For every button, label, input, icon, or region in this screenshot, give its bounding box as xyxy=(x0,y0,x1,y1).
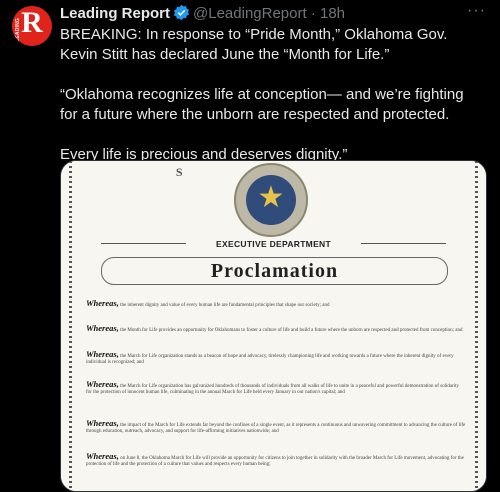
state-seal-icon: ★ xyxy=(234,163,308,237)
author-name[interactable]: Leading Report xyxy=(60,5,170,22)
avatar-logo-text: LEADING xyxy=(15,18,21,42)
post-header: Leading Report @LeadingReport · 18h xyxy=(60,4,345,27)
whereas-text: the inherent dignity and value of every … xyxy=(120,303,330,308)
more-options-icon[interactable]: ··· xyxy=(467,2,486,20)
whereas-text: the March for Life organization has galv… xyxy=(86,384,460,396)
whereas-lead: Whereas, xyxy=(86,451,119,461)
department-heading: EXECUTIVE DEPARTMENT xyxy=(216,239,331,249)
whereas-lead: Whereas, xyxy=(86,418,119,428)
post-paragraph: “Oklahoma recognizes life at conception—… xyxy=(60,86,464,123)
whereas-clause: Whereas, the impact of the March for Lif… xyxy=(86,418,466,436)
whereas-text: the Month for Life provides an opportuni… xyxy=(120,328,463,333)
author-handle[interactable]: @LeadingReport xyxy=(193,5,307,22)
whereas-text: the impact of the March for Life extends… xyxy=(86,423,466,435)
document-border xyxy=(69,161,72,491)
whereas-lead: Whereas, xyxy=(86,298,119,308)
whereas-text: on June 8, the Oklahoma March for Life w… xyxy=(86,456,464,468)
whereas-clause: Whereas, the inherent dignity and value … xyxy=(86,298,466,309)
whereas-clause: Whereas, the March for Life organization… xyxy=(86,379,466,397)
verified-badge-icon xyxy=(173,4,190,27)
post-paragraph: BREAKING: In response to “Pride Month,” … xyxy=(60,26,448,63)
whereas-lead: Whereas, xyxy=(86,379,119,389)
document-border xyxy=(475,161,478,491)
post-time[interactable]: 18h xyxy=(320,5,345,22)
avatar[interactable]: R LEADING xyxy=(12,6,52,46)
whereas-clause: Whereas, the Month for Life provides an … xyxy=(86,323,466,334)
proclamation-title: Proclamation xyxy=(101,257,448,285)
post-image[interactable]: SA ★ EXECUTIVE DEPARTMENT Proclamation W… xyxy=(60,160,487,492)
whereas-lead: Whereas, xyxy=(86,349,119,359)
whereas-clause: Whereas, on June 8, the Oklahoma March f… xyxy=(86,451,466,469)
whereas-text: the March for Life organization stands a… xyxy=(86,354,454,366)
whereas-lead: Whereas, xyxy=(86,323,119,333)
meta-separator: · xyxy=(310,5,316,22)
proclamation-document: SA ★ EXECUTIVE DEPARTMENT Proclamation W… xyxy=(61,161,486,491)
whereas-clause: Whereas, the March for Life organization… xyxy=(86,349,466,367)
